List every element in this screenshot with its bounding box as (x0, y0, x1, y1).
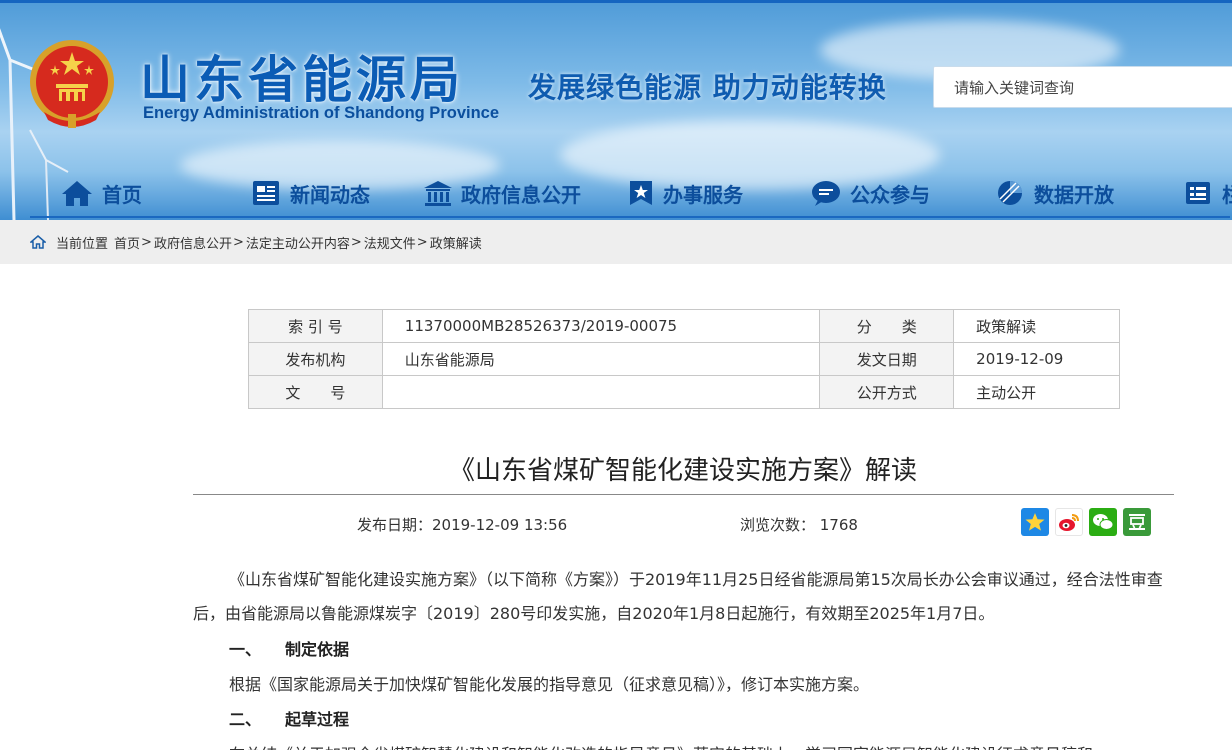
category-label: 分 类 (819, 309, 955, 343)
section-number: 二、 (229, 710, 262, 729)
nav-item-label: 栏 (1222, 179, 1232, 208)
table-row: 发布机构 山东省能源局 发文日期 2019-12-09 (248, 342, 1120, 376)
publisher-label: 发布机构 (248, 342, 383, 376)
index-number-value: 11370000MB28526373/2019-00075 (381, 309, 821, 343)
table-row: 文 号 公开方式 主动公开 (248, 375, 1120, 409)
nav-item-label: 办事服务 (663, 182, 743, 207)
section-title: 制定依据 (285, 640, 350, 659)
publish-date: 发布日期：2019-12-09 13:56 (357, 516, 568, 534)
article-title: 《山东省煤矿智能化建设实施方案》解读 (448, 456, 917, 486)
nav-item-home[interactable]: 首页 (60, 168, 142, 218)
title-divider (193, 494, 1174, 495)
section-heading: 一、 制定依据 (193, 633, 1175, 667)
home-icon (62, 181, 92, 206)
weibo-icon[interactable] (1055, 508, 1083, 536)
government-building-icon (424, 181, 452, 206)
issue-date-value: 2019-12-09 (953, 342, 1120, 376)
section-number: 一、 (229, 640, 262, 659)
douban-icon[interactable] (1123, 508, 1151, 536)
breadcrumb-item[interactable]: 政府信息公开 (154, 233, 232, 252)
section-heading: 二、 起草过程 (193, 703, 1175, 737)
chat-bubble-icon (812, 181, 840, 206)
document-number-value (381, 375, 821, 409)
nav-item-gov-info[interactable]: 政府信息公开 (423, 168, 581, 218)
nav-item-label: 数据开放 (1034, 182, 1114, 207)
nav-item-label: 首页 (102, 182, 142, 207)
site-subtitle: Energy Administration of Shandong Provin… (143, 104, 500, 122)
service-star-icon (630, 181, 652, 205)
nav-item-label: 新闻动态 (290, 182, 370, 207)
article-paragraph: 《山东省煤矿智能化建设实施方案》（以下简称《方案》）于2019年11月25日经省… (193, 570, 1163, 623)
index-number-label: 索 引 号 (248, 309, 383, 343)
nav-item-label: 政府信息公开 (461, 182, 581, 207)
disclosure-method-value: 主动公开 (953, 375, 1120, 409)
wechat-icon[interactable] (1089, 508, 1117, 536)
nav-item-open-data[interactable]: 数据开放 (996, 168, 1114, 218)
favorite-star-icon[interactable] (1021, 508, 1049, 536)
disclosure-method-label: 公开方式 (819, 375, 955, 409)
breadcrumb-item[interactable]: 法定主动公开内容 (246, 233, 350, 252)
header-top-border (0, 0, 1232, 3)
view-count: 浏览次数： 1768 (740, 516, 858, 534)
nav-underline (30, 216, 1230, 218)
search-input[interactable]: 请输入关键词查询 (933, 66, 1232, 108)
site-slogan: 发展绿色能源 助力动能转换 (528, 71, 887, 104)
news-icon (253, 181, 279, 205)
nav-item-services[interactable]: 办事服务 (627, 168, 743, 218)
article-paragraph: 根据《国家能源局关于加快煤矿智能化发展的指导意见（征求意见稿）》，修订本实施方案… (229, 675, 870, 694)
breadcrumb-item[interactable]: 法规文件 (364, 233, 416, 252)
nav-item-participation[interactable]: 公众参与 (810, 168, 930, 218)
breadcrumb-item[interactable]: 首页 (114, 233, 140, 252)
main-nav: 首页 新闻动态 政府信息公开 办事服务 公众参与 数据开放 (0, 168, 1232, 218)
breadcrumb: 当前位置 首页 > 政府信息公开 > 法定主动公开内容 > 法规文件 > 政策解… (0, 220, 1232, 264)
pie-chart-icon (998, 181, 1022, 205)
document-meta-table: 索 引 号 11370000MB28526373/2019-00075 分 类 … (248, 309, 1120, 409)
site-header: 山东省能源局 Energy Administration of Shandong… (0, 0, 1232, 220)
issue-date-label: 发文日期 (819, 342, 955, 376)
article-paragraph: 在总结《关于加强全省煤矿智慧化建设和智能化改造的指导意见》落实的基础上，学习国家… (193, 737, 1175, 750)
document-number-label: 文 号 (248, 375, 383, 409)
article-body: 《山东省煤矿智能化建设实施方案》（以下简称《方案》）于2019年11月25日经省… (193, 563, 1175, 750)
table-row: 索 引 号 11370000MB28526373/2019-00075 分 类 … (248, 309, 1120, 343)
national-emblem-logo (30, 40, 114, 128)
site-title: 山东省能源局 (140, 51, 464, 109)
nav-item-news[interactable]: 新闻动态 (252, 168, 370, 218)
home-icon (30, 235, 46, 249)
column-icon (1186, 182, 1210, 204)
breadcrumb-prefix: 当前位置 (56, 236, 109, 252)
share-bar (1021, 508, 1151, 536)
nav-item-label: 公众参与 (850, 182, 930, 207)
section-title: 起草过程 (285, 710, 350, 729)
breadcrumb-item-current[interactable]: 政策解读 (430, 233, 482, 252)
publisher-value: 山东省能源局 (381, 342, 821, 376)
category-value: 政策解读 (953, 309, 1120, 343)
nav-item-column[interactable]: 栏 (1184, 168, 1232, 218)
